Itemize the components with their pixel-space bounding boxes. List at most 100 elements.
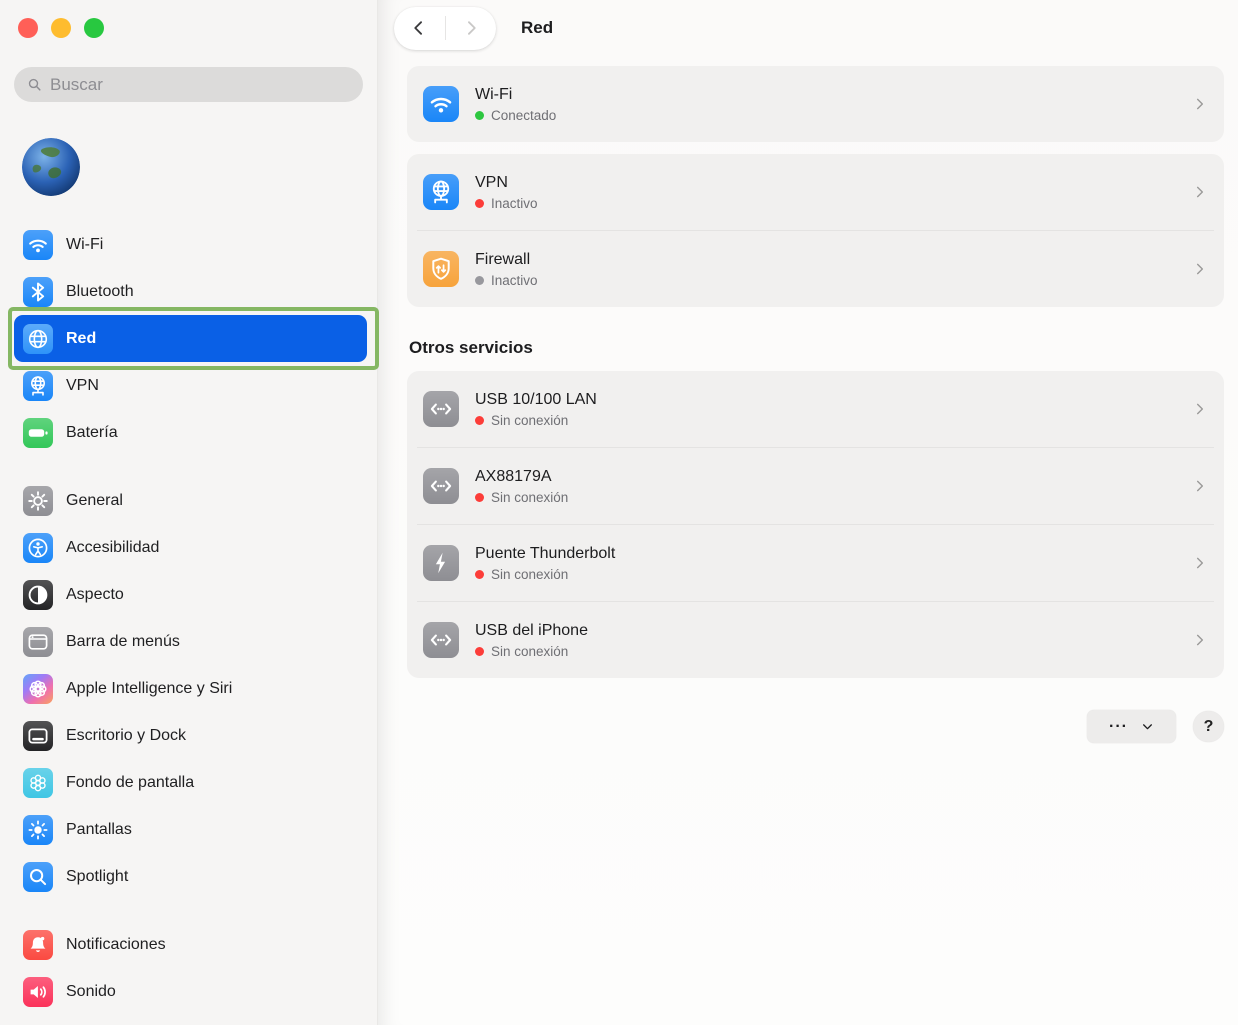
service-row-ax88179a[interactable]: AX88179ASin conexión	[407, 448, 1224, 524]
minimize-button[interactable]	[51, 18, 71, 38]
service-row-usb-del-iphone[interactable]: USB del iPhoneSin conexión	[407, 602, 1224, 678]
chevron-right-icon	[1192, 401, 1208, 417]
accessibility-icon	[23, 533, 53, 563]
section-title: Otros servicios	[409, 338, 1224, 358]
service-row-usb-10-100-lan[interactable]: USB 10/100 LANSin conexión	[407, 371, 1224, 447]
service-name: Puente Thunderbolt	[475, 544, 615, 564]
shield-arrows-icon	[423, 251, 459, 287]
sidebar-item-notificaciones[interactable]: Notificaciones	[14, 921, 367, 968]
service-status: Sin conexión	[475, 644, 588, 659]
sidebar-item-bateria[interactable]: Batería	[14, 409, 367, 456]
menubar-icon	[26, 630, 50, 654]
service-row-vpn[interactable]: VPN Inactivo	[407, 154, 1224, 230]
sidebar-item-wi-fi[interactable]: Wi-Fi	[14, 221, 367, 268]
sidebar-item-escritorio-y-dock[interactable]: Escritorio y Dock	[14, 712, 367, 759]
sidebar-item-aspecto[interactable]: Aspecto	[14, 571, 367, 618]
sidebar-item-general[interactable]: General	[14, 477, 367, 524]
close-button[interactable]	[18, 18, 38, 38]
service-status: Sin conexión	[475, 413, 597, 428]
more-options-button[interactable]: ···	[1087, 710, 1176, 743]
contrast-icon	[26, 583, 50, 607]
user-avatar[interactable]	[22, 138, 80, 196]
ethernet-icon	[427, 626, 455, 654]
chevron-right-icon	[1192, 96, 1208, 112]
service-name: Firewall	[475, 250, 538, 270]
sidebar-item-apple-intelligence-y-siri[interactable]: Apple Intelligence y Siri	[14, 665, 367, 712]
sidebar-item-label: Escritorio y Dock	[66, 727, 186, 745]
ellipsis-icon: ···	[1109, 722, 1128, 732]
chevron-right-icon	[1192, 261, 1208, 277]
status-text: Sin conexión	[491, 490, 568, 505]
service-name: VPN	[475, 173, 538, 193]
sidebar-item-label: Barra de menús	[66, 633, 180, 651]
sidebar-item-label: Batería	[66, 424, 118, 442]
sidebar-item-spotlight[interactable]: Spotlight	[14, 853, 367, 900]
siri-rosette-icon	[23, 674, 53, 704]
service-text: VPN Inactivo	[475, 173, 538, 211]
chevron-right-icon	[1192, 96, 1208, 112]
forward-button[interactable]	[446, 7, 497, 50]
search-input[interactable]: Buscar	[14, 67, 363, 102]
globe-network-icon	[26, 374, 50, 398]
gear-icon	[26, 489, 50, 513]
accessibility-icon	[26, 536, 50, 560]
sidebar-group: General Accesibilidad Aspecto Barra de menú…	[14, 477, 367, 900]
status-text: Inactivo	[491, 196, 538, 211]
zoom-button[interactable]	[84, 18, 104, 38]
back-button[interactable]	[394, 7, 445, 50]
service-status: Sin conexión	[475, 567, 615, 582]
sun-icon	[23, 815, 53, 845]
shield-arrows-icon	[427, 255, 455, 283]
chevron-right-icon	[1192, 261, 1208, 277]
bell-icon	[23, 930, 53, 960]
sidebar-item-label: Pantallas	[66, 821, 132, 839]
wifi-icon	[23, 230, 53, 260]
status-dot	[475, 276, 484, 285]
help-button[interactable]: ?	[1193, 711, 1224, 742]
sidebar-item-barra-de-menus[interactable]: Barra de menús	[14, 618, 367, 665]
sidebar-item-label: Apple Intelligence y Siri	[66, 680, 232, 698]
service-row-firewall[interactable]: Firewall Inactivo	[407, 231, 1224, 307]
service-text: Puente Thunderbolt Sin conexión	[475, 544, 615, 582]
speaker-icon	[26, 980, 50, 1004]
other-services-card: USB 10/100 LANSin conexiónAX88179ASin co…	[407, 371, 1224, 678]
globe-network-icon	[23, 371, 53, 401]
status-card: Wi-FiConectado	[407, 66, 1224, 142]
sidebar-item-label: VPN	[66, 377, 99, 395]
sidebar-item-label: Accesibilidad	[66, 539, 159, 557]
sidebar-item-label: General	[66, 492, 123, 510]
chevron-right-icon	[1192, 555, 1208, 571]
sidebar-item-red[interactable]: Red	[14, 315, 367, 362]
status-text: Sin conexión	[491, 413, 568, 428]
status-text: Conectado	[491, 108, 556, 123]
chevron-right-icon	[461, 18, 481, 38]
sidebar-item-sonido[interactable]: Sonido	[14, 968, 367, 1015]
service-text: USB del iPhoneSin conexión	[475, 621, 588, 659]
service-row-puente-thunderbolt[interactable]: Puente Thunderbolt Sin conexión	[407, 525, 1224, 601]
sidebar-item-label: Aspecto	[66, 586, 124, 604]
sidebar-item-fondo-de-pantalla[interactable]: Fondo de pantalla	[14, 759, 367, 806]
sidebar-item-vpn[interactable]: VPN	[14, 362, 367, 409]
status-card: VPN Inactivo Firewall Inactivo	[407, 154, 1224, 307]
service-row-wi-fi[interactable]: Wi-FiConectado	[407, 66, 1224, 142]
chevron-right-icon	[1192, 632, 1208, 648]
wifi-icon	[26, 233, 50, 257]
status-text: Sin conexión	[491, 644, 568, 659]
globe-icon	[23, 324, 53, 354]
ethernet-icon	[423, 622, 459, 658]
battery-icon	[23, 418, 53, 448]
ethernet-icon	[427, 395, 455, 423]
status-dot	[475, 416, 484, 425]
speaker-icon	[23, 977, 53, 1007]
service-status: Inactivo	[475, 273, 538, 288]
service-status: Conectado	[475, 108, 556, 123]
sidebar-item-label: Wi-Fi	[66, 236, 103, 254]
pane-content: Wi-FiConectado VPN Inactivo Firewall Inactiv…	[378, 56, 1238, 743]
search-icon	[23, 862, 53, 892]
sidebar-item-accesibilidad[interactable]: Accesibilidad	[14, 524, 367, 571]
sidebar-item-bluetooth[interactable]: Bluetooth	[14, 268, 367, 315]
sidebar-item-pantallas[interactable]: Pantallas	[14, 806, 367, 853]
traffic-lights	[0, 0, 377, 38]
status-cards: Wi-FiConectado VPN Inactivo Firewall Inactiv…	[407, 66, 1224, 307]
history-nav	[394, 7, 496, 50]
